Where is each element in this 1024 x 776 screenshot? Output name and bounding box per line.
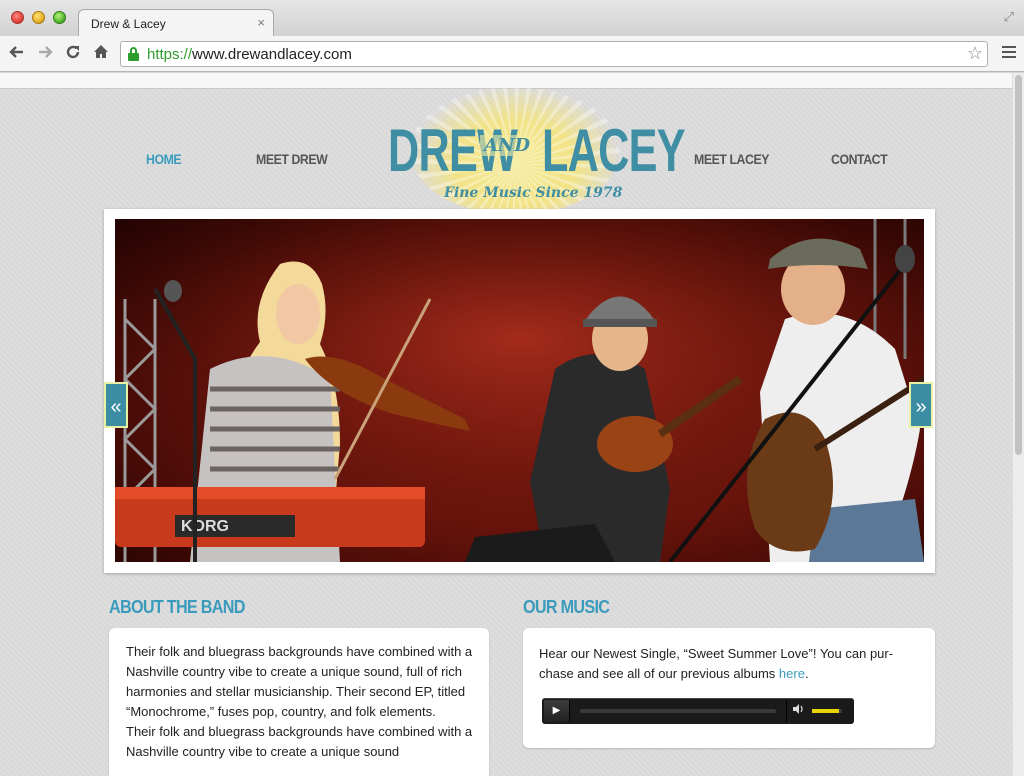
close-window-button[interactable] (11, 11, 24, 24)
back-arrow-icon[interactable] (6, 43, 28, 65)
url-text[interactable]: https://www.drewandlacey.com (147, 46, 352, 63)
volume-level (812, 709, 839, 713)
volume-icon[interactable] (786, 700, 808, 722)
expand-icon[interactable]: ⤢ (1004, 9, 1014, 25)
music-text: Hear our Newest Single, “Sweet Summer Lo… (539, 646, 894, 681)
nav-contact[interactable]: CONTACT (831, 151, 888, 167)
albums-link[interactable]: here (779, 666, 805, 681)
audio-player: ▶ (542, 698, 854, 724)
nav-meet-drew[interactable]: MEET DREW (256, 151, 328, 167)
music-card: Hear our Newest Single, “Sweet Summer Lo… (523, 628, 935, 748)
band-photo: KORG (115, 219, 924, 562)
minimize-window-button[interactable] (32, 11, 45, 24)
reload-icon[interactable] (62, 43, 84, 65)
slider-prev-button[interactable]: « (104, 382, 128, 428)
scrollbar[interactable] (1012, 73, 1024, 776)
logo-word-lacey: LACEY (542, 117, 686, 184)
star-icon[interactable]: ☆ (967, 43, 983, 64)
progress-bar[interactable] (580, 709, 776, 713)
nav-meet-lacey[interactable]: MEET LACEY (694, 151, 769, 167)
tab-close-icon[interactable]: × (257, 15, 265, 30)
about-card: Their folk and bluegrass backgrounds hav… (109, 628, 489, 776)
logo-word-and: AND (480, 135, 535, 156)
nav-home[interactable]: HOME (146, 151, 182, 167)
logo-tagline: Fine Music Since 1978 (444, 185, 623, 201)
svg-text:KORG: KORG (181, 518, 229, 535)
volume-slider[interactable] (812, 709, 842, 713)
web-page: HOME MEET DREW MEET LACEY CONTACT DREW A… (0, 73, 1012, 776)
about-paragraph-2: Their folk and bluegrass backgrounds hav… (126, 724, 473, 759)
lock-icon (128, 47, 139, 61)
browser-tab[interactable]: Drew & Lacey × (78, 9, 274, 36)
home-icon[interactable] (90, 43, 112, 65)
forward-arrow-icon[interactable] (34, 43, 56, 65)
about-title: ABOUT THE BAND (109, 597, 245, 617)
scrollbar-thumb[interactable] (1015, 75, 1022, 455)
menu-icon[interactable] (1002, 46, 1016, 61)
zoom-window-button[interactable] (53, 11, 66, 24)
image-slider: KORG (104, 209, 935, 573)
address-bar[interactable]: https://www.drewandlacey.com ☆ (120, 41, 988, 67)
browser-toolbar: https://www.drewandlacey.com ☆ (0, 36, 1024, 72)
about-paragraph-1: Their folk and bluegrass backgrounds hav… (126, 644, 473, 719)
slider-next-button[interactable]: » (909, 382, 933, 428)
tab-title: Drew & Lacey (91, 17, 166, 31)
site-logo[interactable]: DREW AND LACEY Fine Music Since 1978 (380, 87, 686, 215)
music-title: OUR MUSIC (523, 597, 610, 617)
browser-tab-strip: Drew & Lacey × ⤢ (0, 0, 1024, 36)
play-icon[interactable]: ▶ (544, 700, 570, 722)
